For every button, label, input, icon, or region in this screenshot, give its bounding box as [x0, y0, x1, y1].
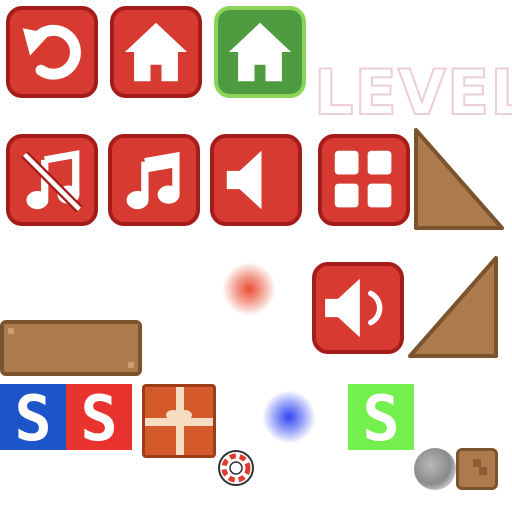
- s-tile-green: S: [348, 382, 414, 455]
- wood-ramp-right: [408, 256, 498, 358]
- home-button-selected[interactable]: [214, 6, 306, 98]
- speaker-on-icon: [325, 278, 383, 338]
- levels-button[interactable]: [318, 134, 410, 226]
- wood-ramp-left: [414, 128, 504, 230]
- wood-plank: [0, 320, 142, 376]
- s-tile-blue: S: [0, 382, 66, 455]
- restart-button[interactable]: [6, 6, 98, 98]
- restart-icon: [22, 24, 81, 80]
- home-icon: [124, 22, 188, 82]
- red-glow-orb: [222, 262, 276, 316]
- music-on-button[interactable]: [108, 134, 200, 226]
- s-tile-blue-glyph: S: [14, 384, 51, 450]
- sound-off-button[interactable]: [210, 134, 302, 226]
- level-label: LEVEL: [313, 56, 512, 129]
- ribbon-bow-icon: [166, 410, 192, 420]
- rock: [414, 448, 456, 490]
- wood-block: [456, 448, 498, 490]
- home-button[interactable]: [110, 6, 202, 98]
- home-icon: [228, 22, 292, 82]
- lifebuoy-ball: [218, 450, 254, 486]
- gift-box: [142, 384, 216, 458]
- music-off-icon: [21, 150, 83, 213]
- speaker-muted-icon: [226, 150, 262, 210]
- blue-glow-orb: [262, 390, 316, 444]
- grid-icon: [334, 150, 392, 208]
- s-tile-green-glyph: S: [362, 384, 399, 450]
- music-note-icon: [126, 151, 180, 210]
- s-tile-red-glyph: S: [80, 384, 117, 450]
- s-tile-red: S: [66, 382, 132, 455]
- sound-on-button[interactable]: [312, 262, 404, 354]
- music-off-button[interactable]: [6, 134, 98, 226]
